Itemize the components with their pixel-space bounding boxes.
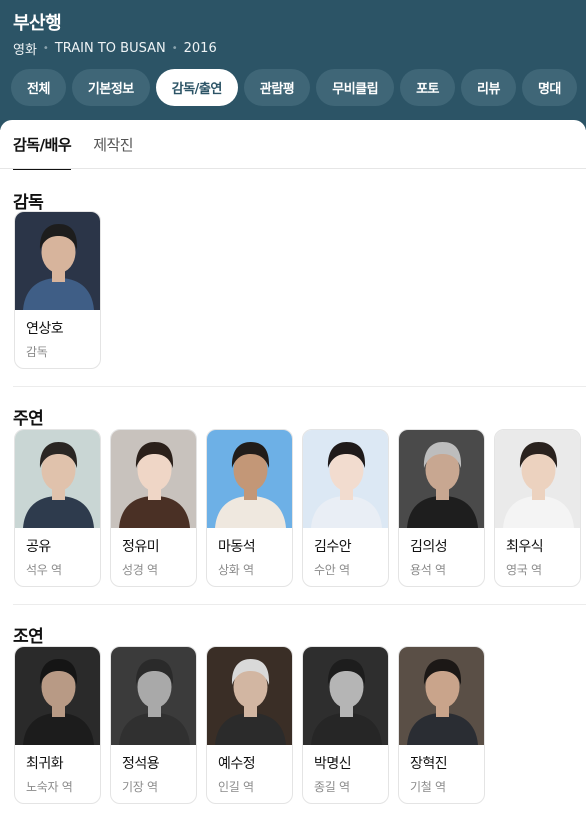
person-photo bbox=[111, 647, 196, 745]
tab-4[interactable]: 무비클립 bbox=[316, 69, 395, 106]
person-role: 용석 역 bbox=[410, 563, 446, 577]
person-card[interactable]: 박명신종길 역 bbox=[302, 646, 389, 804]
person-photo bbox=[303, 430, 388, 528]
tab-7[interactable]: 명대 bbox=[521, 69, 577, 106]
person-card[interactable]: 연상호감독 bbox=[14, 211, 101, 369]
person-card[interactable]: 김의성용석 역 bbox=[398, 429, 485, 587]
person-name: 박명신 bbox=[314, 756, 352, 772]
section-title: 감독 bbox=[13, 193, 44, 213]
tab-6[interactable]: 리뷰 bbox=[461, 69, 516, 106]
person-name: 정석용 bbox=[122, 756, 160, 772]
person-name: 최우식 bbox=[506, 539, 544, 555]
person-card[interactable]: 마동석상화 역 bbox=[206, 429, 293, 587]
person-photo bbox=[399, 647, 484, 745]
tab-2[interactable]: 감독/출연 bbox=[155, 69, 238, 106]
tab-5[interactable]: 포토 bbox=[400, 69, 456, 106]
person-name: 최귀화 bbox=[26, 756, 64, 772]
person-card[interactable]: 정유미성경 역 bbox=[110, 429, 197, 587]
person-card[interactable]: 공유석우 역 bbox=[14, 429, 101, 587]
movie-meta: 영화 • TRAIN TO BUSAN • 2016 bbox=[13, 39, 217, 58]
person-role: 기철 역 bbox=[410, 780, 446, 794]
section-title: 주연 bbox=[13, 409, 44, 429]
person-role: 노숙자 역 bbox=[26, 780, 73, 794]
person-name: 김수안 bbox=[314, 539, 352, 555]
subtab-1[interactable]: 제작진 bbox=[93, 134, 133, 170]
person-card[interactable]: 최우식영국 역 bbox=[494, 429, 581, 587]
person-role: 성경 역 bbox=[122, 563, 158, 577]
person-photo bbox=[399, 430, 484, 528]
person-name: 공유 bbox=[26, 539, 51, 555]
movie-title[interactable]: 부산행 bbox=[13, 9, 62, 35]
person-role: 종길 역 bbox=[314, 780, 350, 794]
person-name: 연상호 bbox=[26, 321, 64, 337]
cast-subtabs: 감독/배우 제작진 bbox=[13, 134, 134, 170]
person-photo bbox=[495, 430, 580, 528]
person-name: 예수정 bbox=[218, 756, 256, 772]
tab-0[interactable]: 전체 bbox=[11, 69, 66, 106]
person-role: 영국 역 bbox=[506, 563, 542, 577]
person-role: 기장 역 bbox=[122, 780, 158, 794]
person-card[interactable]: 정석용기장 역 bbox=[110, 646, 197, 804]
meta-genre: 영화 bbox=[13, 43, 37, 58]
person-name: 장혁진 bbox=[410, 756, 448, 772]
person-card[interactable]: 예수정인길 역 bbox=[206, 646, 293, 804]
tab-3[interactable]: 관람평 bbox=[243, 69, 311, 106]
person-photo bbox=[207, 430, 292, 528]
subtab-divider bbox=[0, 168, 586, 169]
person-photo bbox=[15, 212, 100, 310]
person-role: 감독 bbox=[26, 345, 48, 359]
person-card[interactable]: 김수안수안 역 bbox=[302, 429, 389, 587]
tab-1[interactable]: 기본정보 bbox=[71, 69, 150, 106]
person-name: 마동석 bbox=[218, 539, 256, 555]
person-name: 김의성 bbox=[410, 539, 448, 555]
person-role: 상화 역 bbox=[218, 563, 254, 577]
person-photo bbox=[207, 647, 292, 745]
movie-header: 부산행 영화 • TRAIN TO BUSAN • 2016 전체 기본정보 감독/… bbox=[0, 0, 586, 130]
person-card[interactable]: 최귀화노숙자 역 bbox=[14, 646, 101, 804]
person-photo bbox=[111, 430, 196, 528]
section-tabs: 전체 기본정보 감독/출연 관람평 무비클립 포토 리뷰 명대 bbox=[11, 69, 577, 106]
subtab-0[interactable]: 감독/배우 bbox=[13, 134, 72, 170]
person-photo bbox=[15, 430, 100, 528]
cast-panel: 감독/배우 제작진 감독 연상호 감독 주연 공유 석우 역 정유미 성경 역 마동석 상화 역 김수… bbox=[0, 120, 586, 824]
person-card[interactable]: 장혁진기철 역 bbox=[398, 646, 485, 804]
meta-separator: • bbox=[171, 43, 178, 54]
person-photo bbox=[303, 647, 388, 745]
meta-english-title: TRAIN TO BUSAN bbox=[54, 41, 166, 56]
person-photo bbox=[15, 647, 100, 745]
section-divider bbox=[13, 386, 586, 387]
section-divider bbox=[13, 604, 586, 605]
person-role: 수안 역 bbox=[314, 563, 350, 577]
person-role: 인길 역 bbox=[218, 780, 254, 794]
person-role: 석우 역 bbox=[26, 563, 62, 577]
meta-year: 2016 bbox=[183, 41, 217, 56]
person-name: 정유미 bbox=[122, 539, 160, 555]
section-title: 조연 bbox=[13, 627, 44, 647]
meta-separator: • bbox=[42, 43, 49, 54]
